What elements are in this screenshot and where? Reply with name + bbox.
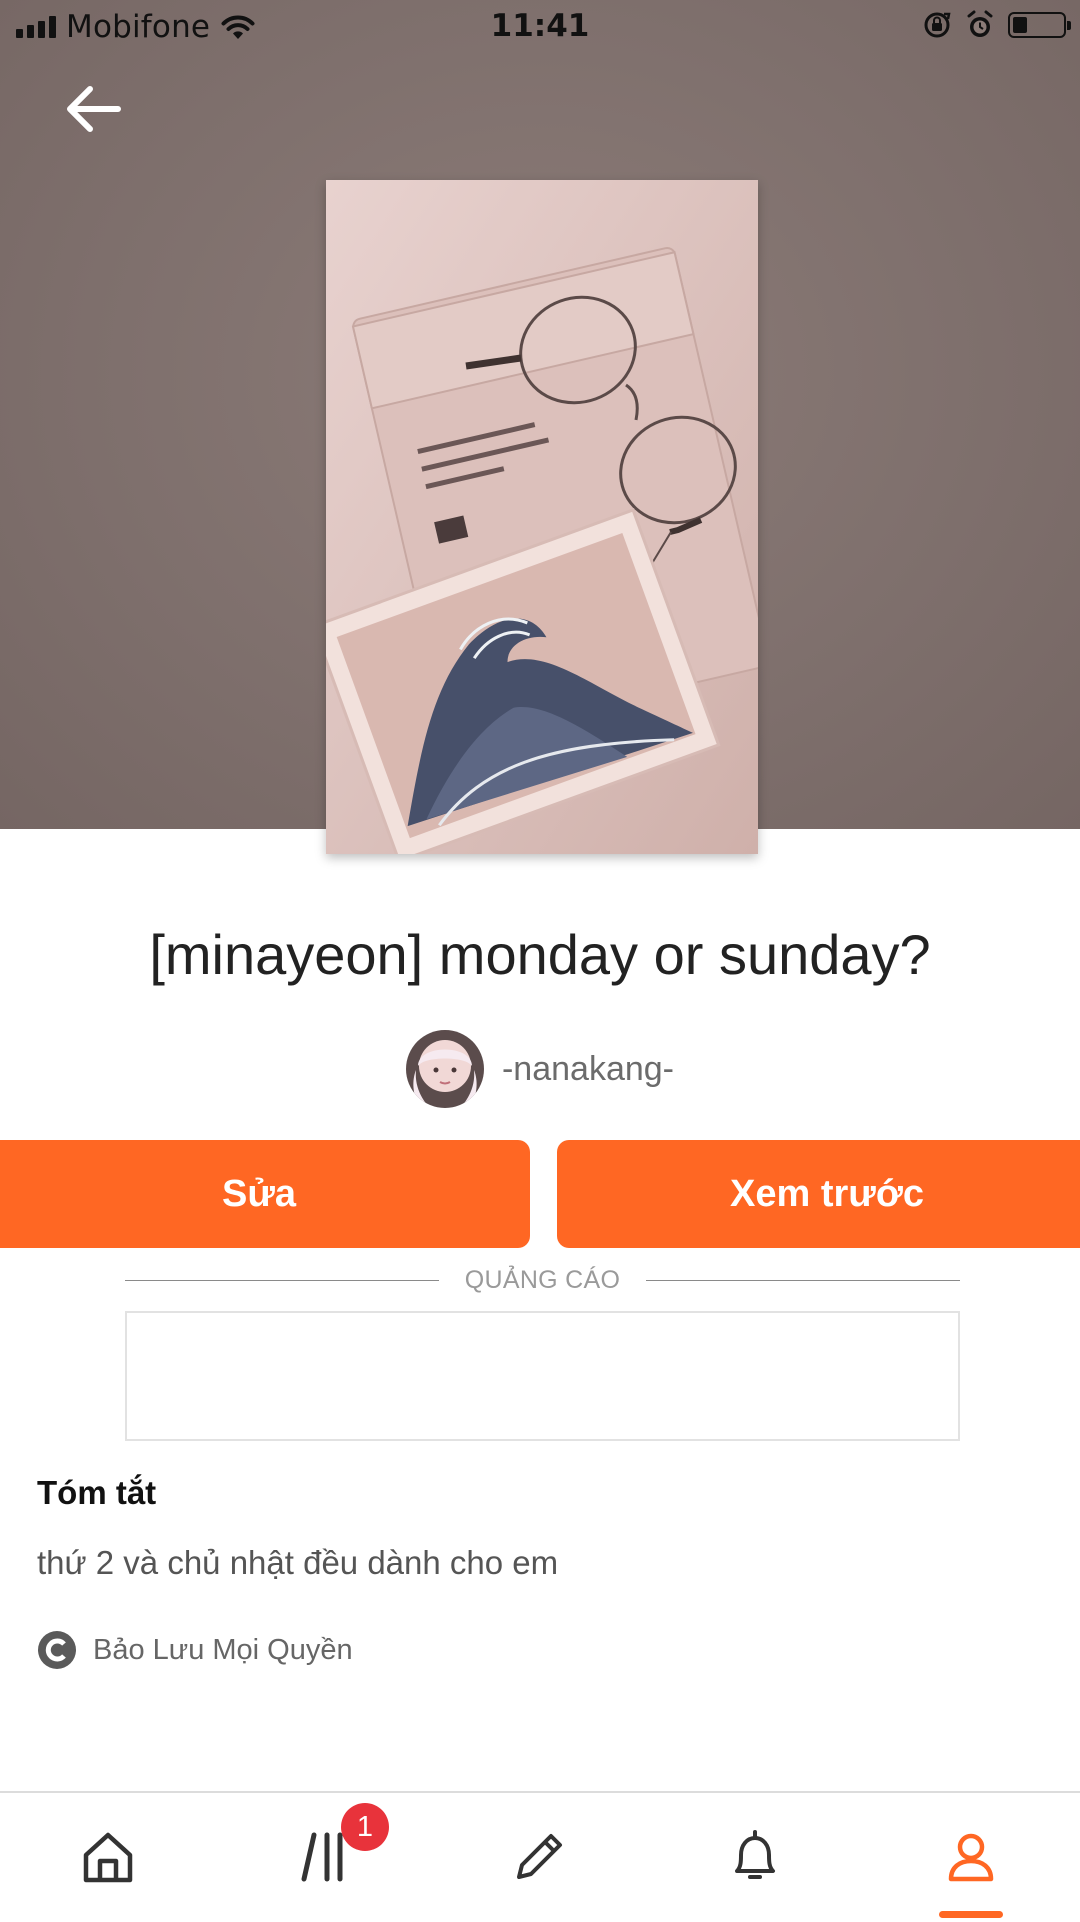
home-icon xyxy=(83,1832,133,1882)
nav-write[interactable] xyxy=(474,1793,604,1920)
battery-icon xyxy=(1008,12,1071,38)
arrow-left-icon xyxy=(67,86,121,132)
book-cover-illustration xyxy=(326,180,758,854)
bell-icon xyxy=(735,1829,775,1879)
ad-label: QUẢNG CÁO xyxy=(464,1265,621,1294)
copyright-row: Bảo Lưu Mọi Quyền xyxy=(37,1630,353,1670)
avatar[interactable] xyxy=(405,1030,484,1108)
profile-icon xyxy=(948,1833,994,1881)
ad-container[interactable] xyxy=(125,1311,960,1441)
rotation-lock-icon xyxy=(924,12,951,38)
bottom-nav: 1 xyxy=(0,1791,1080,1922)
ad-divider: QUẢNG CÁO xyxy=(125,1262,960,1298)
story-title: [minayeon] monday or sunday? xyxy=(149,923,931,986)
ad-divider-line-right xyxy=(646,1279,960,1281)
nav-profile[interactable] xyxy=(906,1793,1036,1920)
back-button[interactable] xyxy=(58,78,128,140)
nav-home[interactable] xyxy=(43,1793,173,1920)
status-right xyxy=(922,10,1071,40)
active-tab-indicator xyxy=(939,1911,1003,1918)
avatar-illustration xyxy=(405,1030,484,1108)
pencil-icon xyxy=(517,1833,562,1879)
summary-text: thứ 2 và chủ nhật đều dành cho em xyxy=(37,1544,559,1581)
author-name[interactable]: -nanakang- xyxy=(502,1050,674,1089)
ad-divider-line-left xyxy=(125,1279,439,1281)
notification-badge: 1 xyxy=(341,1803,389,1851)
status-time: 11:41 xyxy=(490,8,590,44)
copyright-text: Bảo Lưu Mọi Quyền xyxy=(93,1633,353,1666)
status-bar: Mobifone 11:41 xyxy=(0,0,1080,54)
alarm-icon xyxy=(967,10,993,37)
edit-button[interactable]: Sửa xyxy=(0,1140,530,1248)
battery-level xyxy=(1013,17,1027,33)
nav-library[interactable]: 1 xyxy=(261,1793,391,1920)
book-cover-image[interactable] xyxy=(326,180,758,854)
summary-heading: Tóm tắt xyxy=(37,1474,157,1511)
preview-button[interactable]: Xem trước xyxy=(557,1140,1080,1248)
copyright-icon xyxy=(38,1631,76,1669)
nav-notifications[interactable] xyxy=(690,1793,820,1920)
author-row[interactable]: -nanakang- xyxy=(0,1030,1080,1108)
